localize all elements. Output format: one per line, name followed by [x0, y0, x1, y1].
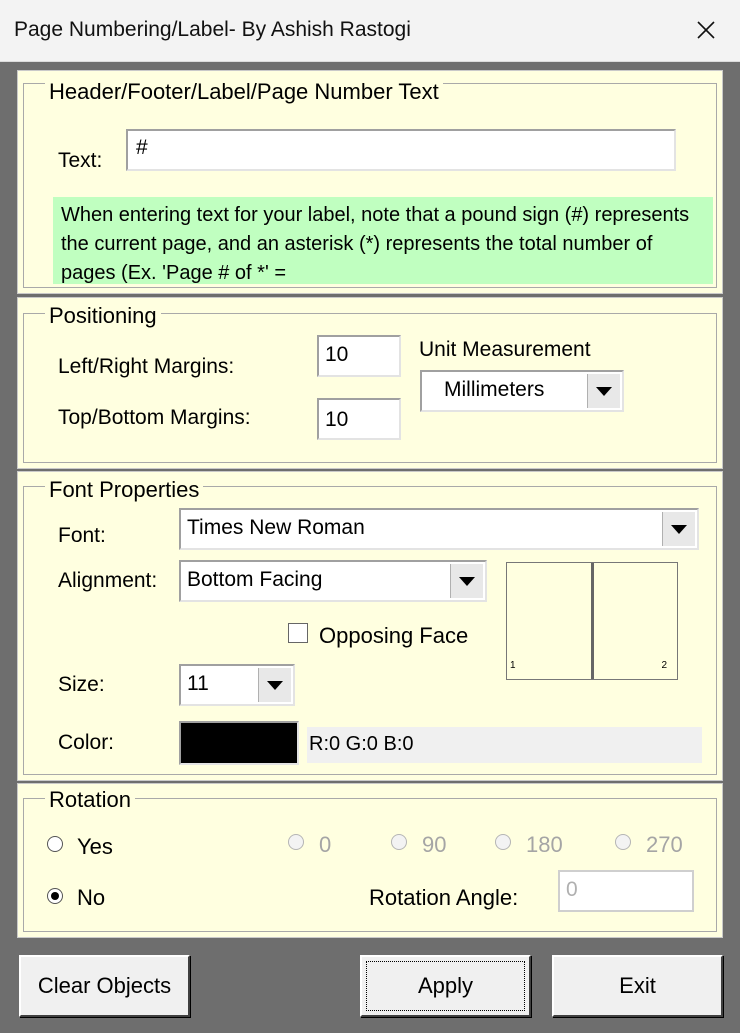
chevron-down-icon	[671, 524, 687, 534]
close-button[interactable]	[680, 6, 732, 54]
text-input[interactable]: #	[126, 129, 676, 171]
alignment-value: Bottom Facing	[187, 568, 323, 591]
exit-button[interactable]: Exit	[552, 955, 723, 1017]
angle-180-label: 180	[526, 832, 563, 857]
font-dropdown-arrow[interactable]	[662, 512, 695, 546]
text-section-legend: Header/Footer/Label/Page Number Text	[45, 80, 443, 104]
unit-measurement-value: Millimeters	[444, 378, 545, 401]
lr-margins-label: Left/Right Margins:	[58, 355, 235, 378]
unit-measurement-label: Unit Measurement	[419, 338, 591, 361]
angle-270-radio[interactable]	[615, 834, 631, 850]
page-preview: 1 2	[506, 562, 678, 680]
font-label: Font:	[58, 524, 106, 547]
angle-180-radio[interactable]	[495, 834, 511, 850]
positioning-section: Positioning Left/Right Margins: 10 Top/B…	[17, 297, 723, 469]
preview-divider	[591, 563, 594, 679]
font-section: Font Properties Font: Times New Roman Al…	[17, 471, 723, 781]
color-value-text: R:0 G:0 B:0	[307, 727, 702, 763]
tb-margins-input[interactable]: 10	[317, 398, 401, 440]
title-bar: Page Numbering/Label- By Ashish Rastogi	[0, 0, 740, 62]
tb-margins-label: Top/Bottom Margins:	[58, 406, 251, 429]
opposing-face-label: Opposing Face	[319, 623, 469, 648]
rotation-yes-label[interactable]: Yes	[77, 834, 113, 860]
window-title: Page Numbering/Label- By Ashish Rastogi	[14, 18, 411, 41]
font-select[interactable]: Times New Roman	[179, 508, 699, 550]
rotation-angle-input[interactable]: 0	[558, 870, 694, 912]
color-label: Color:	[58, 731, 115, 754]
clear-objects-button[interactable]: Clear Objects	[19, 955, 190, 1017]
size-value: 11	[187, 672, 209, 695]
chevron-down-icon	[459, 576, 475, 586]
angle-90-radio[interactable]	[391, 834, 407, 850]
preview-page-1: 1	[510, 660, 516, 671]
alignment-select[interactable]: Bottom Facing	[179, 560, 487, 602]
chevron-down-icon	[267, 680, 283, 690]
angle-0-label: 0	[319, 832, 332, 857]
angle-270-label: 270	[646, 832, 683, 857]
angle-90-label: 90	[422, 832, 447, 857]
font-value: Times New Roman	[187, 516, 365, 539]
unit-dropdown-arrow[interactable]	[587, 374, 620, 408]
color-swatch-button[interactable]	[179, 721, 299, 765]
rotation-no-label[interactable]: No	[77, 885, 105, 911]
positioning-legend: Positioning	[45, 304, 161, 328]
angle-0-radio[interactable]	[288, 834, 304, 850]
alignment-dropdown-arrow[interactable]	[450, 564, 483, 598]
alignment-label: Alignment:	[58, 569, 158, 592]
rotation-legend: Rotation	[45, 788, 135, 812]
opposing-face-checkbox[interactable]	[288, 623, 308, 643]
font-legend: Font Properties	[45, 478, 204, 502]
close-icon	[697, 21, 715, 39]
rotation-section: Rotation Yes No 0 90 180 270 Rotation An…	[17, 783, 723, 938]
help-note: When entering text for your label, note …	[53, 197, 713, 284]
rotation-yes-radio[interactable]	[47, 836, 63, 852]
text-section: Header/Footer/Label/Page Number Text Tex…	[17, 70, 723, 294]
chevron-down-icon	[596, 386, 612, 396]
size-label: Size:	[58, 673, 105, 696]
lr-margins-input[interactable]: 10	[317, 335, 401, 377]
text-label: Text:	[58, 149, 103, 172]
size-dropdown-arrow[interactable]	[258, 668, 291, 702]
size-select[interactable]: 11	[179, 664, 295, 706]
unit-measurement-select[interactable]: Millimeters	[420, 370, 624, 412]
preview-page-2: 2	[661, 660, 667, 671]
apply-button[interactable]: Apply	[360, 955, 531, 1017]
rotation-angle-label: Rotation Angle:	[369, 885, 519, 910]
rotation-no-radio[interactable]	[47, 888, 63, 904]
